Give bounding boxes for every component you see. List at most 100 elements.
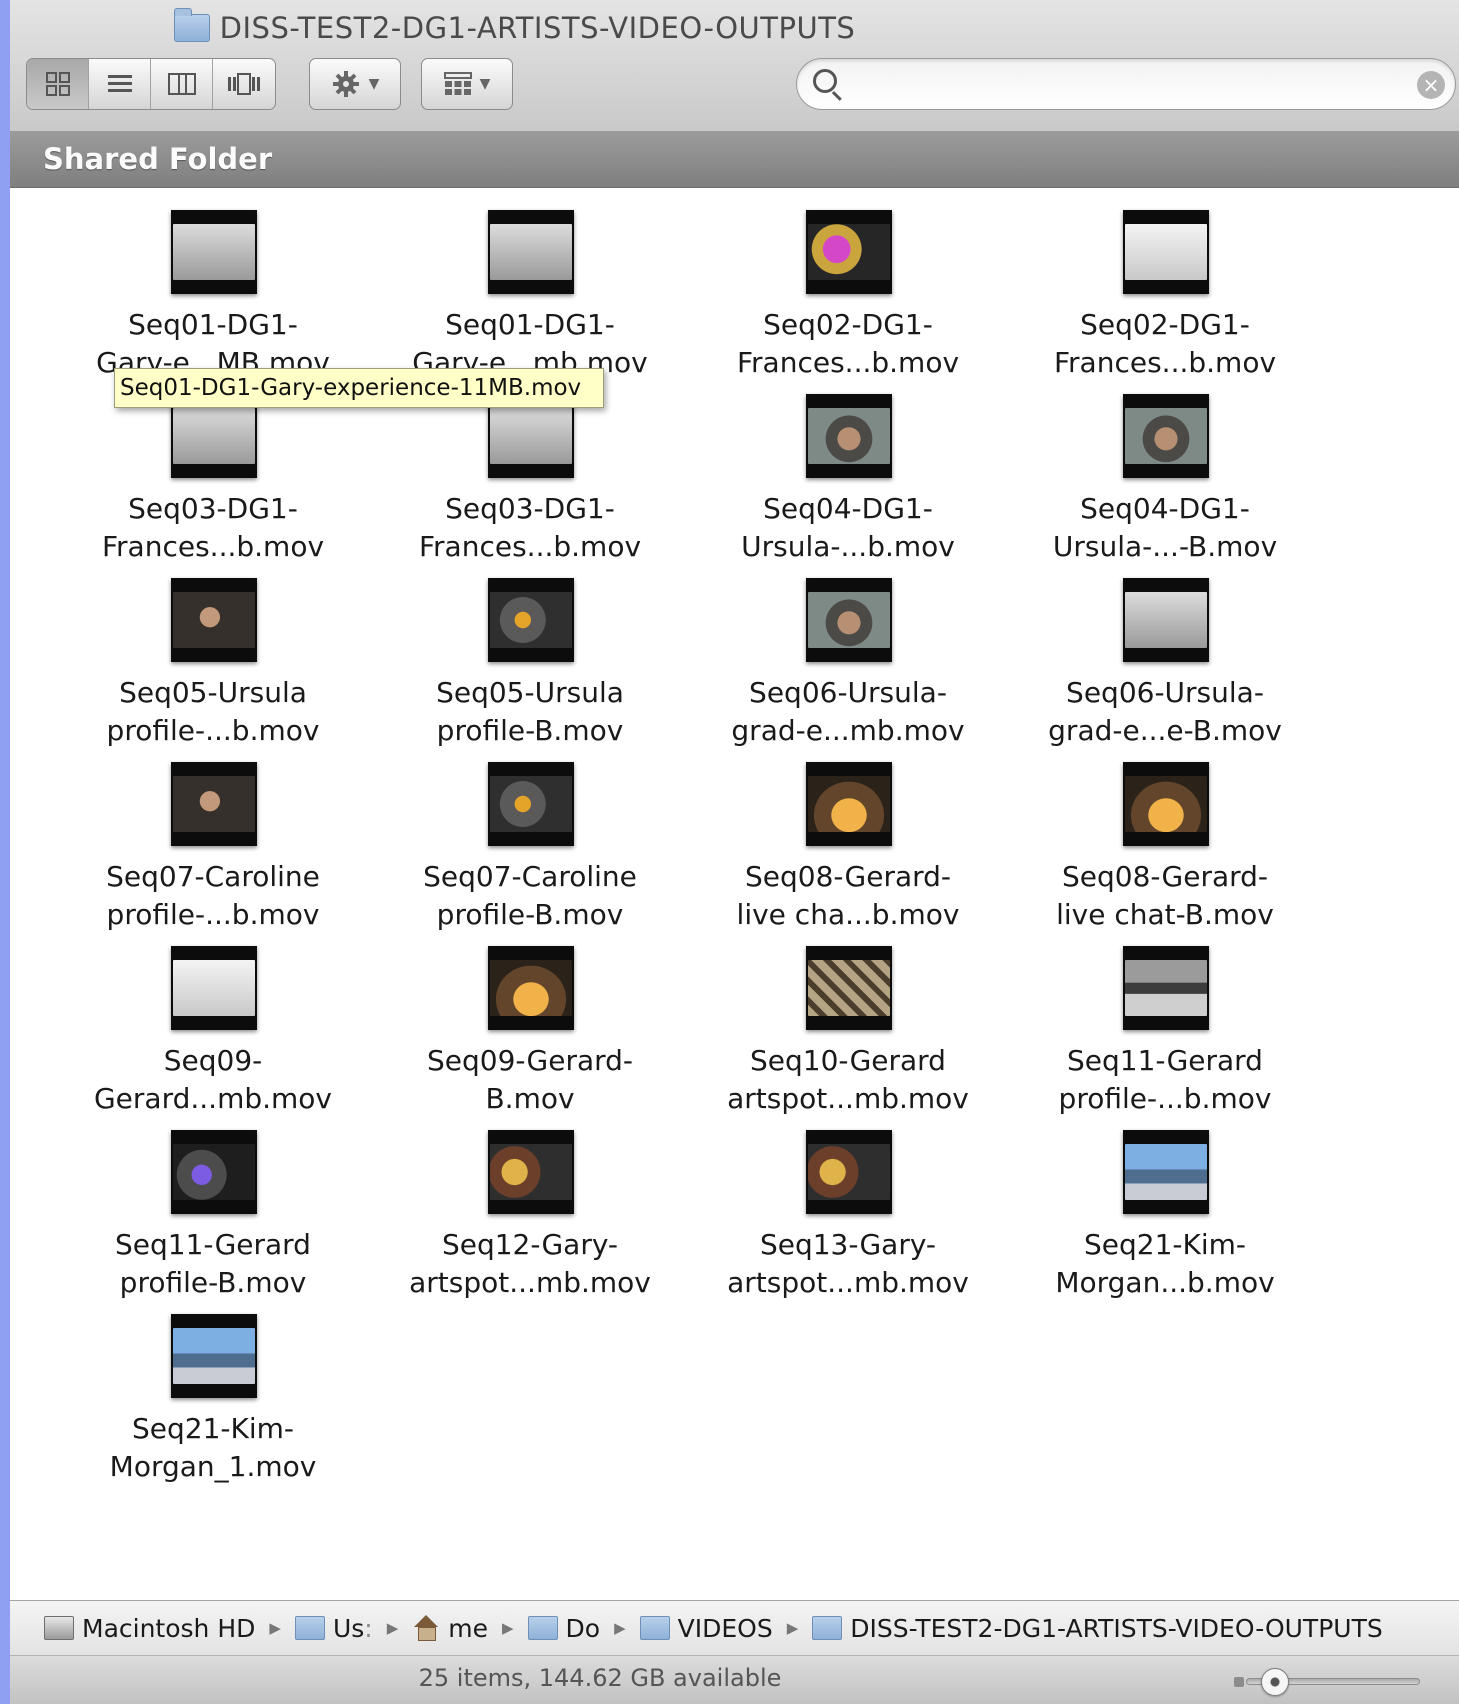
arrange-icon [443, 72, 472, 95]
search-input[interactable] [855, 67, 1395, 103]
file-item[interactable]: Seq01-DG1- Gary-e...mb.mov [380, 188, 680, 379]
file-item[interactable]: Seq11-Gerard profile-B.mov [63, 1108, 363, 1299]
video-thumbnail-icon [1123, 394, 1209, 478]
icon-view-icon [45, 72, 70, 96]
file-name: Seq05-Ursula profile-...b.mov [63, 674, 363, 750]
arrange-menu: ▼ [421, 58, 513, 110]
cover-flow-button[interactable] [213, 59, 275, 109]
file-item[interactable]: Seq08-Gerard-live chat-B.mov [1015, 740, 1315, 931]
file-name: Seq03-DG1- Frances...b.mov [63, 490, 363, 566]
video-frame [173, 592, 255, 648]
file-name-line-1: Seq07-Caroline [106, 860, 320, 893]
file-item[interactable]: Seq05-Ursula profile-B.mov [380, 556, 680, 747]
file-item[interactable]: Seq06-Ursula-grad-e...mb.mov [698, 556, 998, 747]
file-item[interactable]: Seq08-Gerard-live cha...b.mov [698, 740, 998, 931]
status-text: 25 items, 144.62 GB available [418, 1664, 782, 1692]
column-view-button[interactable] [151, 59, 213, 109]
file-item[interactable]: Seq07-Caroline profile-...b.mov [63, 740, 363, 931]
status-bar: 25 items, 144.62 GB available [10, 1656, 1459, 1704]
gear-icon [332, 71, 359, 97]
file-item[interactable]: Seq02-DG1- Frances...b.mov [698, 188, 998, 379]
video-frame [173, 776, 255, 832]
video-frame [173, 960, 255, 1016]
video-frame [1125, 592, 1207, 648]
path-bar: Macintosh HD ▶ Us: ▶ me ▶ Do ▶ VIDEOS ▶ … [10, 1600, 1459, 1656]
video-frame [173, 224, 255, 280]
path-item-current-folder[interactable]: DISS-TEST2-DG1-ARTISTS-VIDEO-OUTPUTS [812, 1614, 1383, 1643]
file-name: Seq11-Gerard profile-...b.mov [1015, 1042, 1315, 1118]
file-item[interactable]: Seq07-Caroline profile-B.mov [380, 740, 680, 931]
video-thumbnail-icon [171, 1314, 257, 1398]
file-item[interactable]: Seq10-Gerard artspot...mb.mov [698, 924, 998, 1115]
list-view-button[interactable] [89, 59, 151, 109]
chevron-down-icon: ▼ [368, 76, 380, 92]
file-name-line-1: Seq05-Ursula [119, 676, 307, 709]
video-thumbnail-icon [488, 578, 574, 662]
file-item[interactable]: Seq11-Gerard profile-...b.mov [1015, 924, 1315, 1115]
section-header-label: Shared Folder [43, 142, 273, 176]
video-frame [490, 224, 572, 280]
path-item-users[interactable]: Us: [294, 1614, 373, 1643]
video-thumbnail-icon [488, 210, 574, 294]
file-item[interactable]: Seq06-Ursula-grad-e...e-B.mov [1015, 556, 1315, 747]
path-separator-icon: ▶ [614, 1619, 626, 1637]
file-item[interactable]: Seq01-DG1- Gary-e...MB.mov [63, 188, 363, 379]
video-frame [173, 408, 255, 464]
file-name: Seq08-Gerard-live chat-B.mov [1015, 858, 1315, 934]
file-name-line-1: Seq08-Gerard- [744, 860, 952, 893]
file-name-line-1: Seq08-Gerard- [1061, 860, 1269, 893]
video-thumbnail-icon [1123, 210, 1209, 294]
video-frame [1125, 960, 1207, 1016]
video-frame [173, 1144, 255, 1200]
file-name-line-1: Seq03-DG1- [128, 492, 298, 525]
file-item[interactable]: Seq04-DG1- Ursula-...b.mov [698, 372, 998, 563]
file-name-line-1: Seq21-Kim- [131, 1412, 295, 1445]
file-name: Seq03-DG1- Frances...b.mov [380, 490, 680, 566]
arrange-button[interactable]: ▼ [422, 59, 512, 109]
file-name: Seq21-Kim- Morgan...b.mov [1015, 1226, 1315, 1302]
video-thumbnail-icon [806, 394, 892, 478]
video-frame [490, 592, 572, 648]
file-name: Seq10-Gerard artspot...mb.mov [698, 1042, 998, 1118]
icon-size-slider-knob[interactable] [1260, 1668, 1289, 1696]
video-thumbnail-icon [1123, 946, 1209, 1030]
file-item[interactable]: Seq21-Kim- Morgan...b.mov [1015, 1108, 1315, 1299]
search-field[interactable]: × [796, 58, 1456, 110]
file-item[interactable]: Seq09-Gerard- B.mov [380, 924, 680, 1115]
path-item-videos[interactable]: VIDEOS [639, 1614, 773, 1643]
file-name-line-1: Seq10-Gerard [750, 1044, 946, 1077]
video-thumbnail-icon [1123, 1130, 1209, 1214]
file-item[interactable]: Seq21-Kim- Morgan_1.mov [63, 1292, 363, 1483]
hard-drive-icon [44, 1616, 74, 1640]
path-item-documents[interactable]: Do [527, 1614, 600, 1643]
file-name: Seq06-Ursula-grad-e...mb.mov [698, 674, 998, 750]
path-separator-icon: ▶ [501, 1619, 514, 1637]
file-item[interactable]: Seq02-DG1- Frances...b.mov [1015, 188, 1315, 379]
file-name-line-2: artspot...mb.mov [727, 1266, 969, 1299]
video-thumbnail-icon [806, 578, 892, 662]
file-name: Seq04-DG1- Ursula-...b.mov [698, 490, 998, 566]
video-frame [808, 592, 890, 648]
chevron-down-icon: ▼ [479, 76, 491, 92]
file-name-line-1: Seq13-Gary- [759, 1228, 937, 1261]
video-thumbnail-icon [806, 1130, 892, 1214]
small-icon-size-icon [1234, 1677, 1244, 1687]
path-separator-icon: ▶ [269, 1619, 281, 1637]
file-name-line-2: Morgan_1.mov [109, 1450, 317, 1483]
file-item[interactable]: Seq13-Gary-artspot...mb.mov [698, 1108, 998, 1299]
cover-flow-icon [228, 73, 260, 95]
file-item[interactable]: Seq09- Gerard...mb.mov [63, 924, 363, 1115]
file-item[interactable]: Seq04-DG1- Ursula-...-B.mov [1015, 372, 1315, 563]
file-item[interactable]: Seq05-Ursula profile-...b.mov [63, 556, 363, 747]
icon-view-button[interactable] [27, 59, 89, 109]
path-item-macintosh-hd[interactable]: Macintosh HD [44, 1614, 255, 1643]
video-thumbnail-icon [488, 762, 574, 846]
video-frame [808, 224, 890, 280]
action-button[interactable]: ▼ [310, 59, 400, 109]
file-name: Seq07-Caroline profile-...b.mov [63, 858, 363, 934]
clear-search-icon[interactable]: × [1417, 71, 1445, 99]
home-icon [412, 1615, 440, 1641]
filename-tooltip: Seq01-DG1-Gary-experience-11MB.mov [114, 368, 604, 408]
file-item[interactable]: Seq12-Gary-artspot...mb.mov [380, 1108, 680, 1299]
path-item-home[interactable]: me [412, 1614, 488, 1643]
